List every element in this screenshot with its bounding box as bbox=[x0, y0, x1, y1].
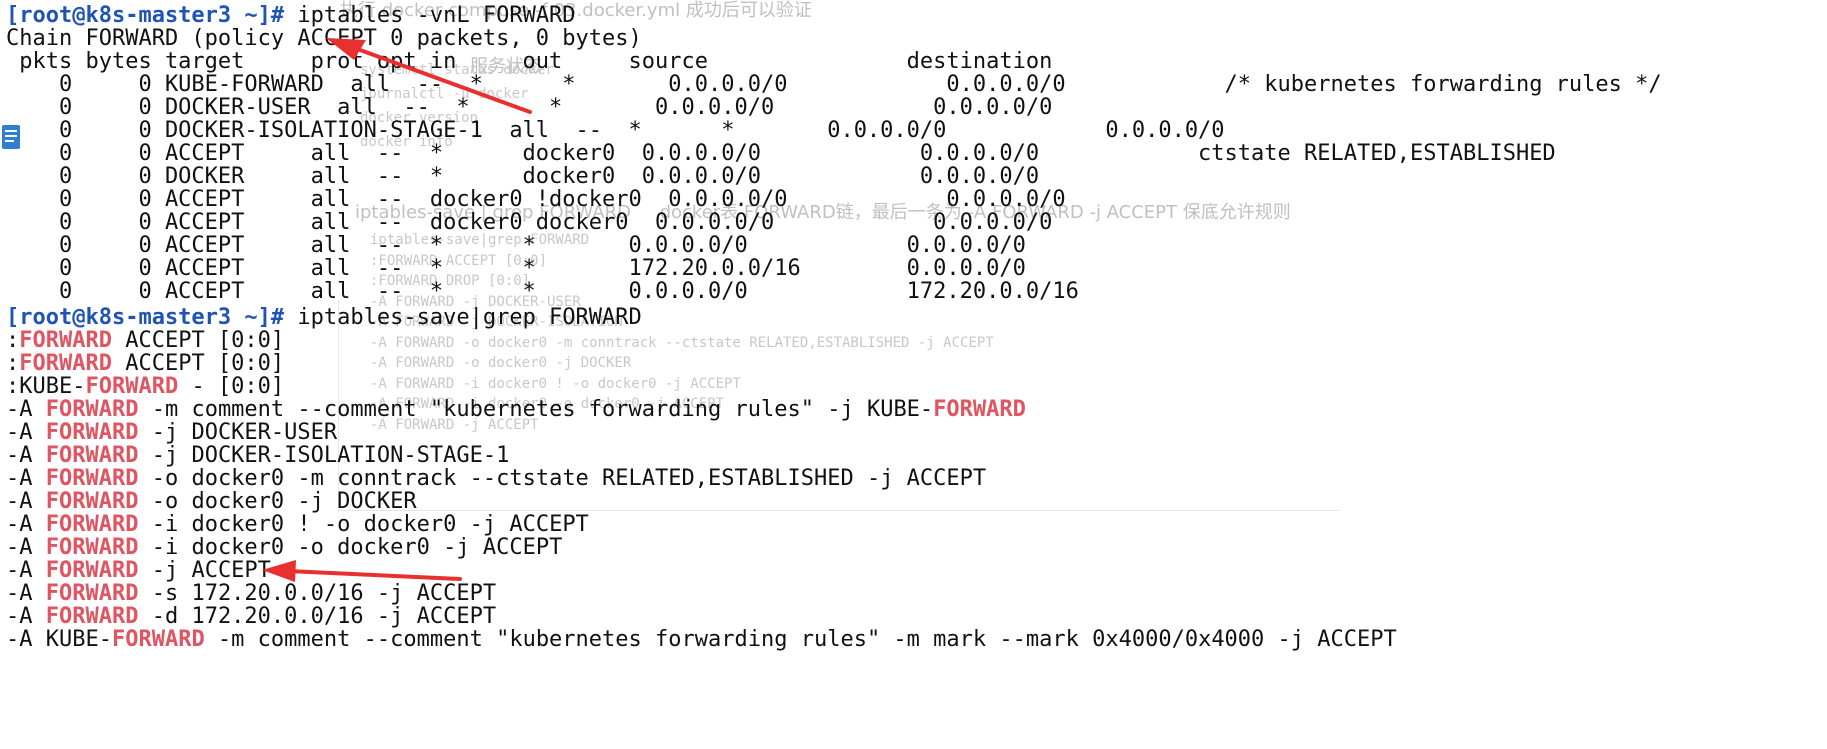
red-arrow-annotation bbox=[326, 38, 532, 114]
arrow-annotations bbox=[262, 38, 532, 582]
red-arrow-annotation bbox=[262, 560, 462, 582]
terminal-window[interactable]: 执行 docker compose -f 03.docker.yml 成功后可以… bbox=[0, 0, 1827, 749]
